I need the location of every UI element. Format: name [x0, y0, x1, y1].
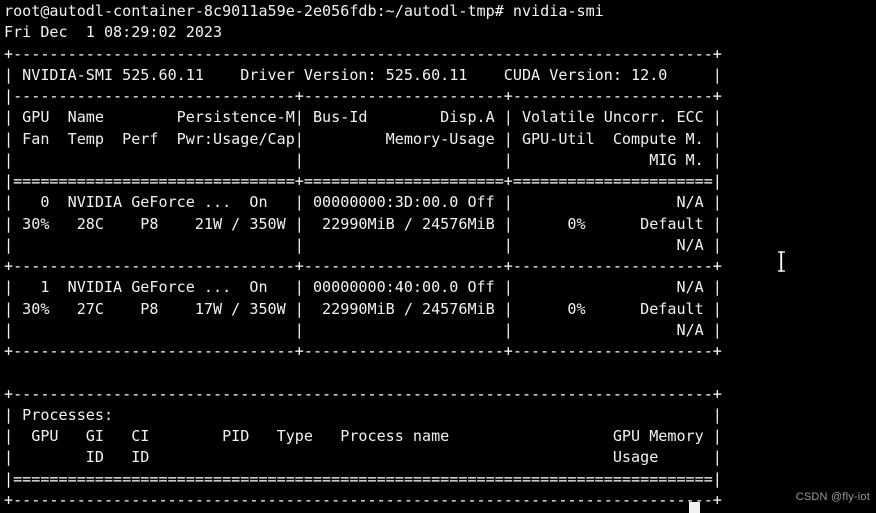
processes-header-row-1: | GPU GI CI PID Type Process name GPU Me…	[4, 427, 722, 445]
gpu-row-separator: +-------------------------------+-------…	[4, 257, 722, 275]
processes-table-bottom-border: +---------------------------------------…	[4, 490, 722, 509]
processes-header-row-2: | ID ID Usage |	[4, 448, 722, 467]
column-header-row-3: | | | MIG M. |	[4, 150, 722, 169]
gpu-row-0-line-2: | 30% 28C P8 21W / 350W | 22990MiB / 245…	[4, 214, 722, 233]
gpu-row-0-line-1: | 0 NVIDIA GeForce ... On | 00000000:3D:…	[4, 193, 722, 212]
terminal-window[interactable]: root@autodl-container-8c9011a59e-2e056fd…	[0, 0, 876, 513]
gpu-row-1-line-3: | | | N/A |	[4, 320, 722, 339]
gpu-row-1-line-2: | 30% 27C P8 17W / 350W | 22990MiB / 245…	[4, 299, 722, 318]
table-header-separator: |===============================+=======…	[4, 172, 722, 190]
table-divider-1: |-------------------------------+-------…	[4, 87, 722, 105]
gpu-row-0-line-3: | | | N/A |	[4, 235, 722, 254]
nvidia-smi-timestamp: Fri Dec 1 08:29:02 2023	[4, 23, 223, 42]
terminal-output: root@autodl-container-8c9011a59e-2e056fd…	[4, 1, 876, 513]
prompt-line-command: root@autodl-container-8c9011a59e-2e056fd…	[4, 2, 604, 20]
column-header-row-2: | Fan Temp Perf Pwr:Usage/Cap| Memory-Us…	[4, 129, 722, 148]
table-top-border: +---------------------------------------…	[4, 44, 722, 63]
processes-title-row: | Processes: |	[4, 405, 722, 424]
gpu-table-bottom-border: +-------------------------------+-------…	[4, 342, 722, 360]
processes-header-separator: |=======================================…	[4, 469, 722, 488]
processes-table-top-border: +---------------------------------------…	[4, 384, 722, 403]
column-header-row-1: | GPU Name Persistence-M| Bus-Id Disp.A …	[4, 108, 722, 127]
smi-version-header: | NVIDIA-SMI 525.60.11 Driver Version: 5…	[4, 65, 722, 84]
gpu-row-1-line-1: | 1 NVIDIA GeForce ... On | 00000000:40:…	[4, 278, 722, 297]
text-caret	[689, 502, 700, 513]
